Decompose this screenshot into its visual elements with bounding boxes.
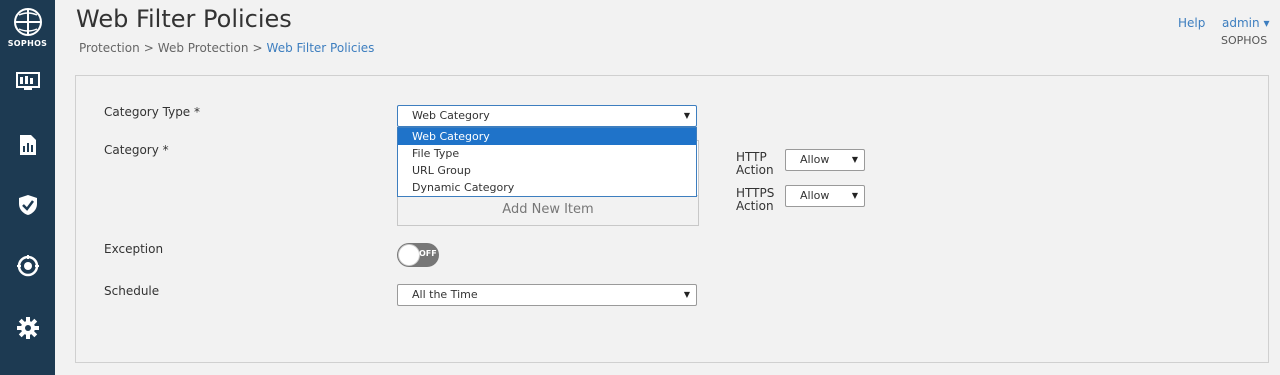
breadcrumb-current[interactable]: Web Filter Policies [267,41,375,55]
settings-gear-icon [16,317,39,339]
help-link[interactable]: Help [1178,16,1205,30]
nav-reports[interactable] [0,125,55,165]
category-label: Category * [104,143,169,157]
nav-policies[interactable] [0,246,55,286]
protection-gear-icon [16,255,39,277]
https-action-value: Allow [800,189,830,202]
breadcrumb-separator: > [143,41,154,55]
nav-protection[interactable] [0,185,55,225]
sophos-logo[interactable]: SOPHOS [0,5,55,55]
https-action-label: HTTPS Action [736,186,775,213]
http-action-label: HTTP Action [736,150,774,177]
dropdown-option-web-category[interactable]: Web Category [398,128,696,145]
breadcrumb: Protection > Web Protection > Web Filter Pol… [79,41,374,55]
shield-check-icon [18,195,37,215]
user-name: admin [1222,16,1260,30]
organization-name: SOPHOS [1221,34,1268,47]
chevron-down-icon: ▼ [851,155,858,164]
nav-monitor[interactable] [0,62,55,102]
chevron-down-icon: ▼ [683,290,690,299]
exception-label: Exception [104,242,164,256]
breadcrumb-web-protection[interactable]: Web Protection [158,41,249,55]
chevron-down-icon: ▾ [1263,16,1270,30]
schedule-value: All the Time [412,288,478,301]
dropdown-option-url-group[interactable]: URL Group [398,162,696,179]
http-action-select[interactable]: Allow ▼ [785,149,865,171]
reports-icon [19,135,36,155]
category-type-value: Web Category [412,109,490,122]
sophos-globe-icon [13,8,42,36]
dropdown-option-dynamic-category[interactable]: Dynamic Category [398,179,696,196]
monitor-dashboard-icon [15,72,40,90]
https-action-select[interactable]: Allow ▼ [785,185,865,207]
http-action-value: Allow [800,153,830,166]
category-type-select[interactable]: Web Category ▼ [397,105,697,127]
category-type-dropdown[interactable]: Web Category File Type URL Group Dynamic… [397,127,697,197]
add-new-item-button[interactable]: Add New Item [398,195,698,225]
sidebar: SOPHOS [0,0,55,375]
category-type-label: Category Type * [104,105,201,119]
schedule-label: Schedule [104,284,160,298]
exception-toggle[interactable]: OFF [397,243,439,267]
breadcrumb-separator: > [252,41,263,55]
chevron-down-icon: ▼ [851,191,858,200]
chevron-down-icon: ▼ [683,111,690,120]
toggle-knob [398,244,420,266]
breadcrumb-protection[interactable]: Protection [79,41,140,55]
dropdown-option-file-type[interactable]: File Type [398,145,696,162]
toggle-state: OFF [419,249,437,258]
page-title: Web Filter Policies [76,5,292,33]
nav-settings[interactable] [0,308,55,348]
schedule-select[interactable]: All the Time ▼ [397,284,697,306]
user-menu[interactable]: admin ▾ [1222,16,1269,30]
brand-label: SOPHOS [7,39,48,48]
